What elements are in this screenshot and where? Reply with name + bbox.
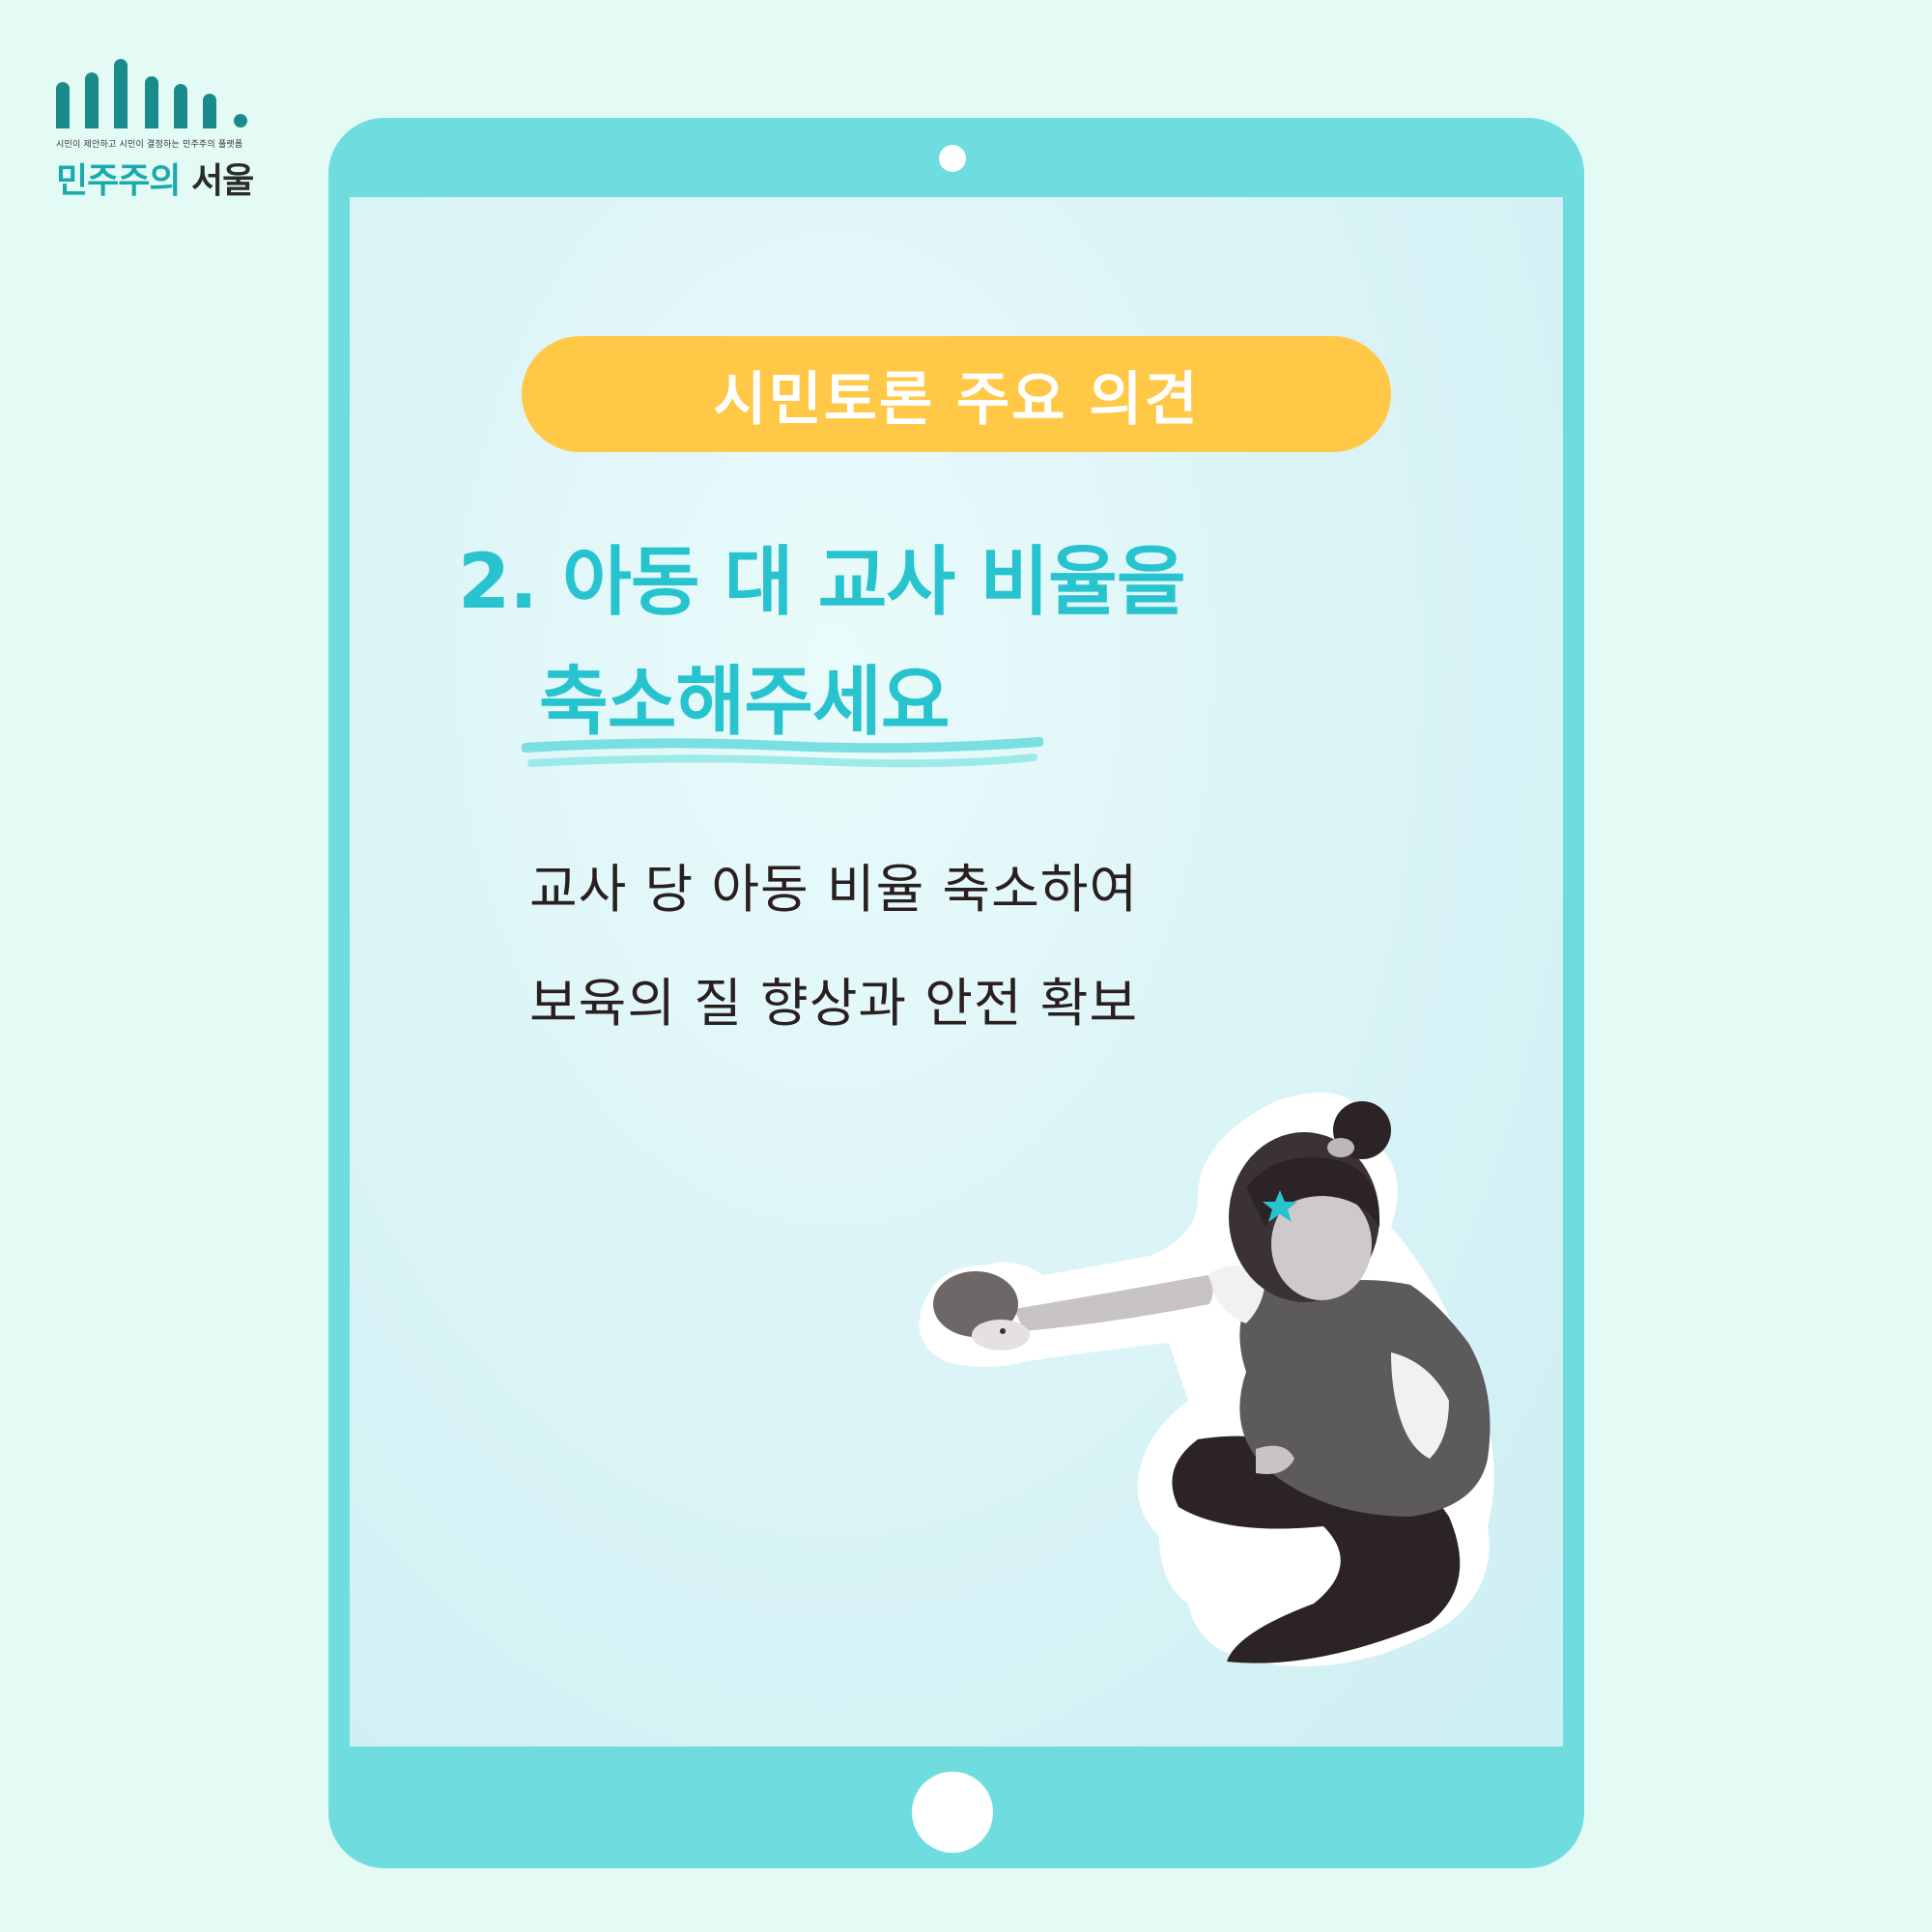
logo-wordmark: 민주주의 서울 [56, 153, 254, 203]
tablet-home-button-icon [912, 1772, 993, 1853]
opinion-body-line1: 교사 당 아동 비율 축소하여 [529, 859, 1139, 920]
site-logo[interactable]: 시민이 제안하고 시민이 결정하는 민주주의 플랫폼 민주주의 서울 [56, 56, 278, 201]
tablet-camera-icon [939, 145, 966, 172]
topic-badge-label: 시민토론 주요 의견 [713, 365, 1200, 434]
opinion-heading-line1: 2. 아동 대 교사 비율을 [458, 539, 1186, 626]
bar-graph-logo-icon [56, 56, 259, 128]
brush-underline-decoration [522, 737, 1043, 768]
logo-tagline: 시민이 제안하고 시민이 결정하는 민주주의 플랫폼 [56, 140, 243, 150]
topic-badge: 시민토론 주요 의견 [522, 336, 1391, 452]
logo-name-part2: 서울 [191, 161, 254, 201]
seated-teacher-holding-toy-photo [919, 1093, 1494, 1666]
opinion-body-line2: 보육의 질 향상과 안전 확보 [529, 973, 1139, 1034]
logo-name-part1: 민주주의 [56, 161, 181, 201]
